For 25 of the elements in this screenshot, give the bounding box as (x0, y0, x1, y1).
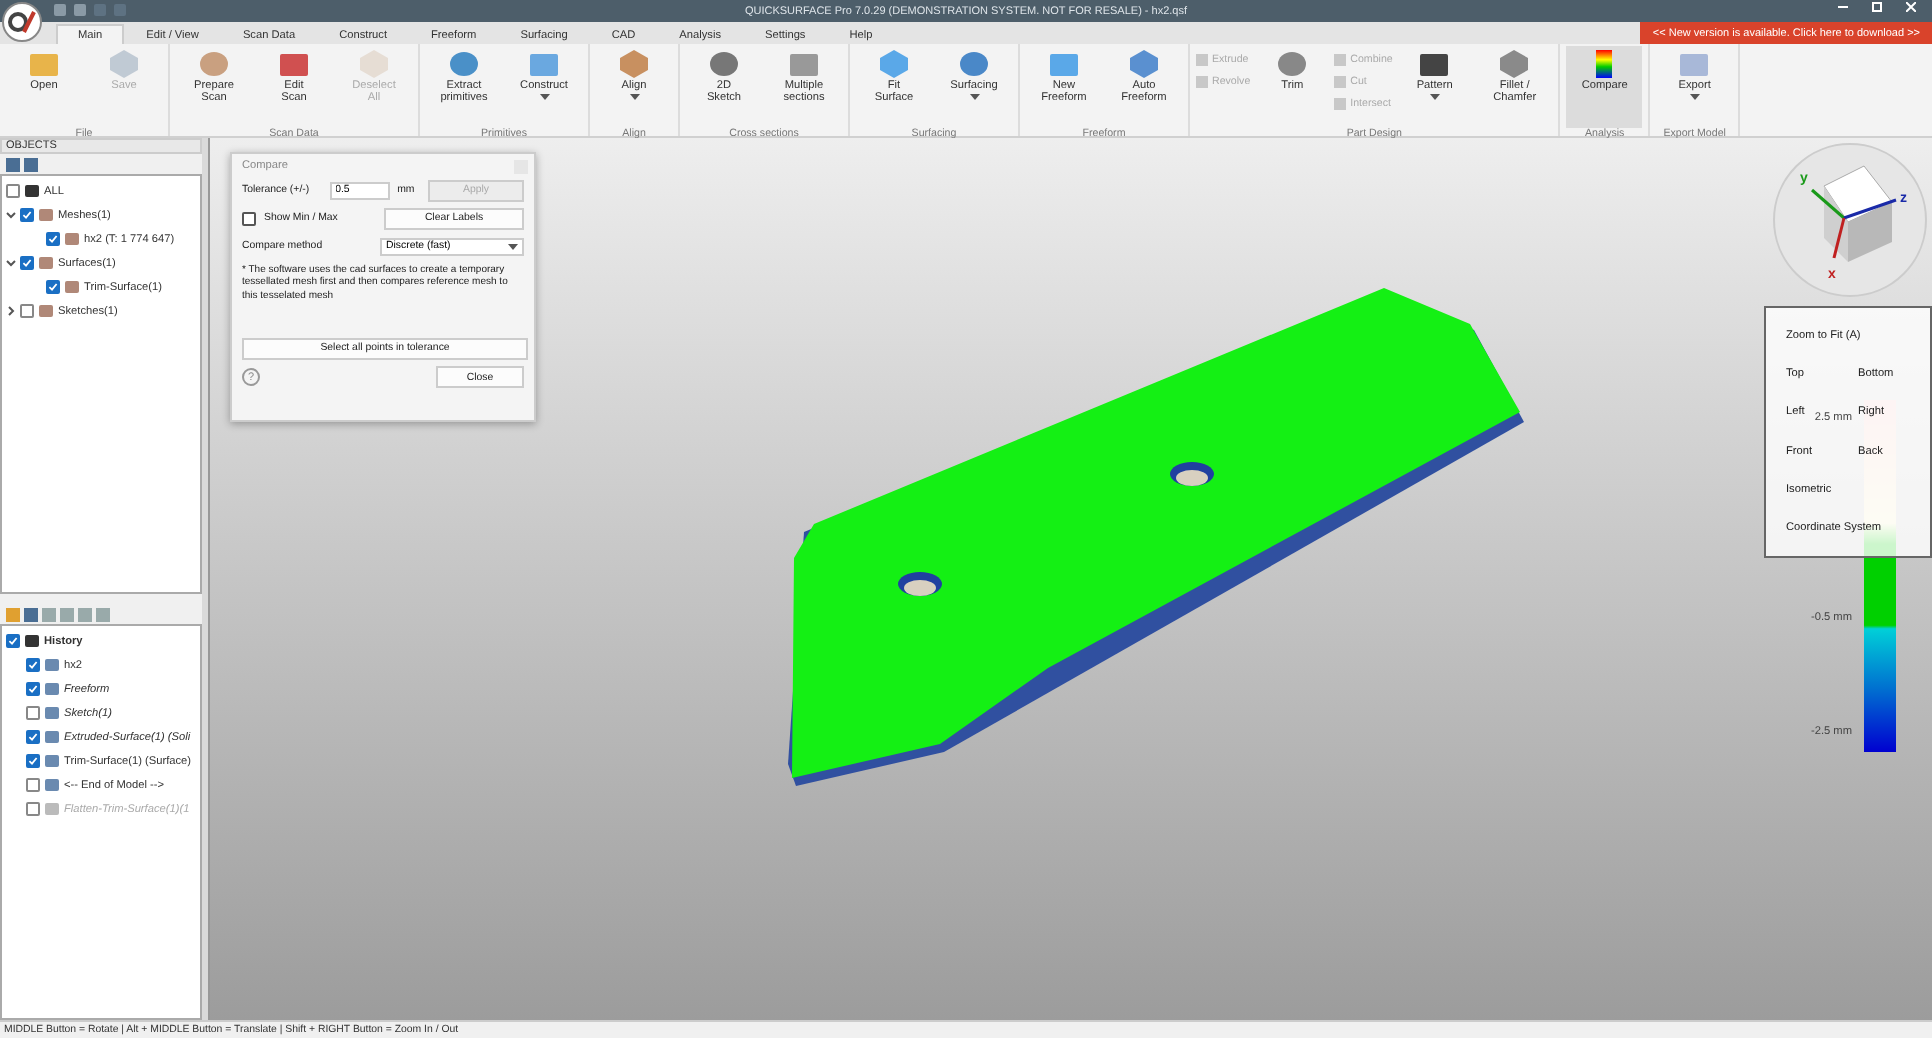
caret-icon (539, 94, 549, 101)
checkbox[interactable] (46, 280, 60, 294)
checkbox[interactable] (26, 730, 40, 744)
app-logo-icon[interactable] (2, 2, 42, 42)
checkbox[interactable] (26, 658, 40, 672)
restore-icon[interactable] (1872, 2, 1882, 12)
chevron-icon[interactable] (6, 258, 16, 268)
chevron-icon[interactable] (6, 210, 16, 220)
checkbox[interactable] (20, 256, 34, 270)
checkbox[interactable] (6, 634, 20, 648)
chevron-icon[interactable] (6, 306, 16, 316)
checkbox[interactable] (6, 184, 20, 198)
caret-icon (1689, 94, 1700, 101)
checkbox[interactable] (26, 706, 40, 720)
checkbox[interactable] (46, 232, 60, 246)
caret-icon (508, 243, 518, 249)
checkbox[interactable] (26, 778, 40, 792)
checkbox[interactable] (20, 208, 34, 222)
checkbox[interactable] (242, 211, 256, 225)
checkbox[interactable] (26, 754, 40, 768)
caret-icon (629, 94, 639, 101)
caret-icon (1429, 94, 1440, 101)
checkbox[interactable] (20, 304, 34, 318)
checkbox[interactable] (26, 682, 40, 696)
caret-icon (969, 94, 979, 101)
